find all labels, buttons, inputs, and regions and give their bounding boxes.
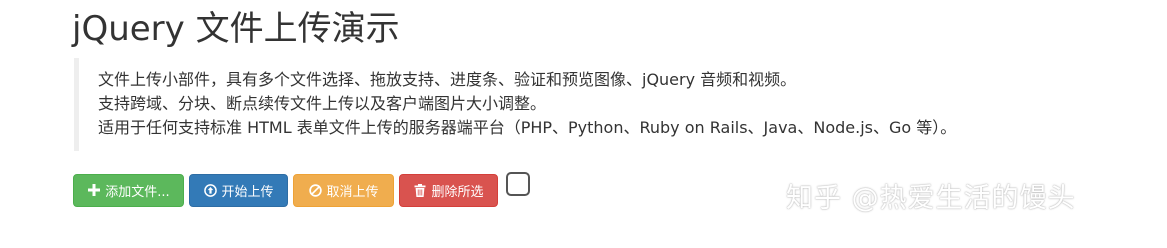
- add-files-button[interactable]: 添加文件...: [73, 173, 184, 207]
- start-upload-label: 开始上传: [221, 184, 274, 200]
- delete-selected-button[interactable]: 删除所选: [399, 173, 498, 207]
- trash-icon: [413, 183, 427, 197]
- upload-circle-icon: [203, 183, 217, 197]
- cancel-upload-label: 取消上传: [326, 184, 379, 200]
- delete-selected-label: 删除所选: [431, 184, 484, 200]
- ban-circle-icon: [308, 183, 322, 197]
- select-all-checkbox[interactable]: [506, 172, 530, 196]
- description-blockquote: 文件上传小部件，具有多个文件选择、拖放支持、进度条、验证和预览图像、jQuery…: [74, 58, 1042, 151]
- cancel-upload-button[interactable]: 取消上传: [293, 173, 394, 207]
- plus-icon: [87, 183, 101, 197]
- add-files-label: 添加文件...: [105, 184, 170, 200]
- fileupload-toolbar: 添加文件... 开始上传 取消上传 删除所选: [73, 172, 530, 207]
- watermark: 知乎 @热爱生活的馒头: [786, 183, 1076, 214]
- description-line: 文件上传小部件，具有多个文件选择、拖放支持、进度条、验证和预览图像、jQuery…: [98, 70, 797, 89]
- start-upload-button[interactable]: 开始上传: [189, 173, 288, 207]
- page-title: jQuery 文件上传演示: [72, 9, 400, 49]
- description-line: 支持跨域、分块、断点续传文件上传以及客户端图片大小调整。: [98, 94, 547, 113]
- description-line: 适用于任何支持标准 HTML 表单文件上传的服务器端平台（PHP、Python、…: [98, 118, 957, 137]
